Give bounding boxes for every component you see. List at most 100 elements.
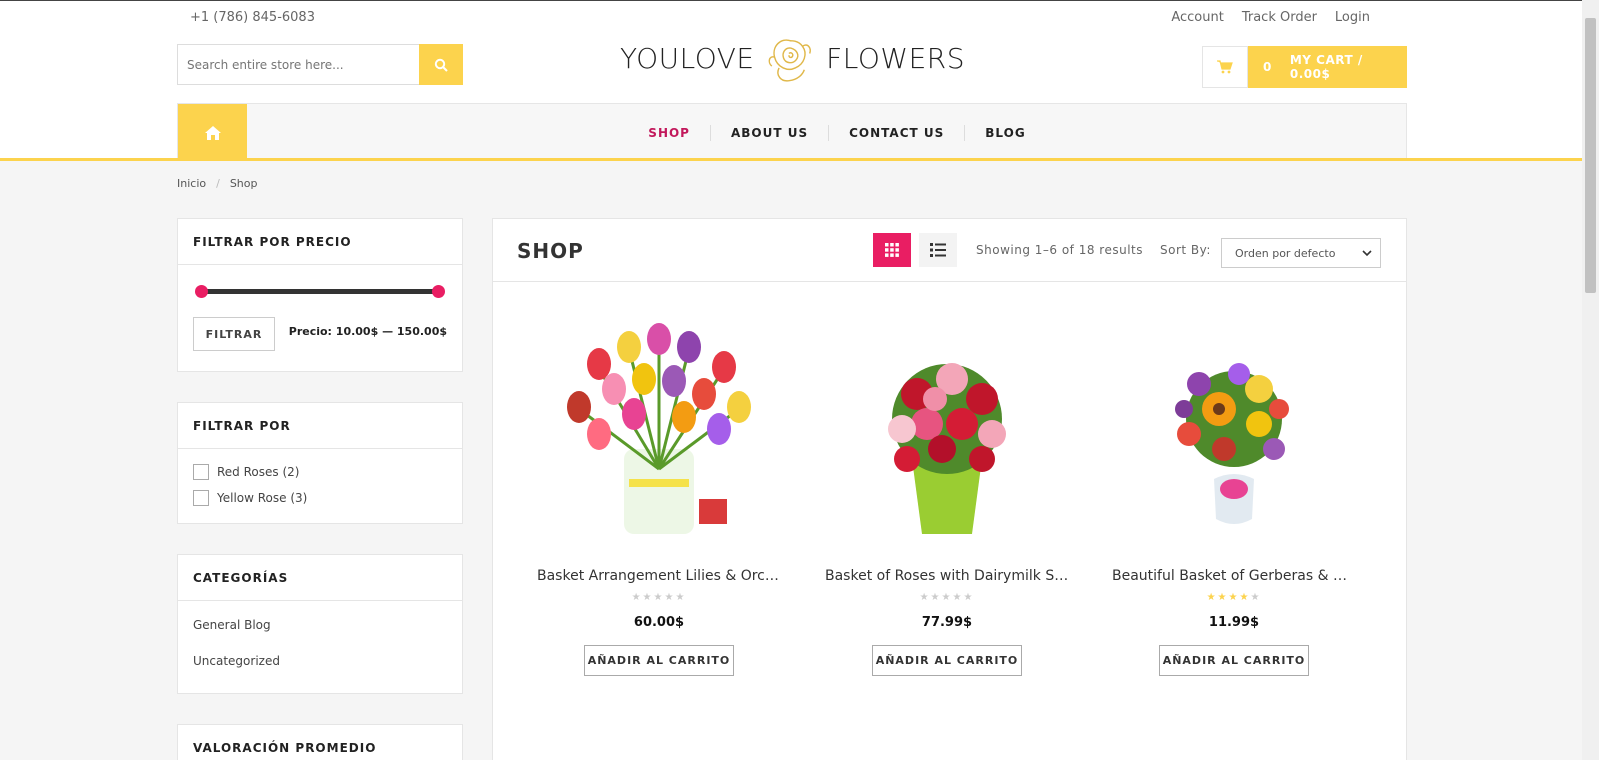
product-image-tulips[interactable]	[539, 309, 779, 549]
filter-option-label: Red Roses (2)	[217, 465, 300, 479]
product-image-gerberas[interactable]	[1114, 309, 1354, 549]
cart-label: MY CART / 0.00$	[1289, 53, 1363, 81]
search-button[interactable]	[419, 44, 463, 85]
product-card[interactable]: Beautiful Basket of Gerberas & Ro... ★★★…	[1104, 309, 1364, 676]
page-title: SHOP	[517, 239, 584, 263]
star-icon: ★	[1217, 592, 1229, 603]
nav-item-shop[interactable]: SHOP	[628, 125, 710, 141]
product-name[interactable]: Basket of Roses with Dairymilk Silk	[817, 568, 1077, 584]
add-to-cart-button[interactable]: AÑADIR AL CARRITO	[872, 645, 1022, 676]
scrollbar-thumb[interactable]	[1585, 18, 1596, 293]
product-card[interactable]: Basket Arrangement Lilies & Orch... ★★★★…	[529, 309, 789, 676]
star-icon: ★	[675, 592, 687, 603]
grid-view-button[interactable]	[873, 233, 911, 267]
star-icon: ★	[941, 592, 953, 603]
cart-count: 0	[1263, 60, 1272, 74]
add-to-cart-button[interactable]: AÑADIR AL CARRITO	[584, 645, 734, 676]
rating-title: VALORACIÓN PROMEDIO	[178, 725, 462, 760]
login-link[interactable]: Login	[1335, 10, 1370, 25]
breadcrumb-home[interactable]: Inicio	[177, 177, 206, 190]
filter-by-widget: FILTRAR POR Red Roses (2) Yellow Rose (3…	[177, 402, 463, 524]
site-header: +1 (786) 845-6083 Account Track Order Lo…	[0, 0, 1582, 161]
logo-text-right: FLOWERS	[826, 41, 965, 75]
product-rating: ★★★★★	[529, 592, 789, 603]
shop-main: SHOP Showing 1–6 of 18 results Sort By: …	[492, 218, 1407, 760]
category-uncategorized[interactable]: Uncategorized	[178, 643, 462, 679]
price-max-handle[interactable]	[432, 285, 445, 298]
star-icon: ★	[642, 592, 654, 603]
product-rating: ★★★★★	[817, 592, 1077, 603]
product-name[interactable]: Basket Arrangement Lilies & Orch...	[529, 568, 789, 584]
product-price: 11.99$	[1208, 615, 1260, 630]
cart-icon	[1217, 60, 1233, 74]
checkbox[interactable]	[193, 464, 209, 480]
price-range-slider[interactable]	[195, 285, 445, 298]
star-icon: ★	[919, 592, 931, 603]
category-general-blog[interactable]: General Blog	[178, 607, 462, 643]
breadcrumb-separator: /	[216, 177, 220, 190]
star-icon: ★	[930, 592, 942, 603]
star-icon: ★	[631, 592, 643, 603]
star-icon: ★	[664, 592, 676, 603]
checkbox[interactable]	[193, 490, 209, 506]
home-icon	[204, 125, 221, 140]
breadcrumb: Inicio / Shop	[177, 177, 258, 190]
filter-option-yellow-rose[interactable]: Yellow Rose (3)	[178, 485, 462, 511]
main-nav: SHOP ABOUT US CONTACT US BLOG	[177, 103, 1407, 161]
product-name[interactable]: Beautiful Basket of Gerberas & Ro...	[1104, 568, 1364, 584]
shop-toolbar: SHOP Showing 1–6 of 18 results Sort By: …	[493, 219, 1406, 282]
star-icon: ★	[952, 592, 964, 603]
star-icon: ★	[963, 592, 975, 603]
product-image-roses[interactable]	[827, 309, 1067, 549]
product-grid: Basket Arrangement Lilies & Orch... ★★★★…	[493, 309, 1408, 709]
product-price: 60.00$	[633, 615, 685, 630]
filter-button[interactable]: FILTRAR	[193, 317, 275, 351]
account-link[interactable]: Account	[1171, 10, 1224, 25]
site-logo[interactable]: YOULOVE FLOWERS	[620, 25, 965, 91]
star-icon: ★	[1239, 592, 1251, 603]
nav-menu: SHOP ABOUT US CONTACT US BLOG	[178, 104, 1406, 161]
search-bar	[177, 44, 463, 85]
nav-item-contact-us[interactable]: CONTACT US	[828, 124, 964, 141]
cart-icon-box[interactable]	[1202, 46, 1248, 88]
sort-select[interactable]: Orden por defecto	[1221, 238, 1381, 268]
price-filter-widget: FILTRAR POR PRECIO FILTRAR Precio: 10.00…	[177, 218, 463, 372]
product-price: 77.99$	[921, 615, 973, 630]
filter-option-label: Yellow Rose (3)	[217, 491, 308, 505]
results-count: Showing 1–6 of 18 results	[976, 243, 1143, 257]
product-rating: ★★★★★	[1104, 592, 1364, 603]
rating-widget: VALORACIÓN PROMEDIO	[177, 724, 463, 760]
cart-widget[interactable]: 0 MY CART / 0.00$	[1202, 46, 1407, 88]
list-icon	[930, 243, 946, 257]
nav-item-blog[interactable]: BLOG	[964, 124, 1045, 141]
star-icon: ★	[1250, 592, 1262, 603]
rose-logo-icon	[768, 39, 811, 82]
logo-text-left: YOULOVE	[620, 41, 755, 75]
filter-by-title: FILTRAR POR	[178, 403, 462, 449]
list-view-button[interactable]	[919, 233, 957, 267]
nav-item-about-us[interactable]: ABOUT US	[709, 124, 828, 141]
phone-number: +1 (786) 845-6083	[190, 10, 315, 25]
sort-label: Sort By:	[1160, 243, 1211, 257]
nav-underline	[0, 158, 1582, 161]
product-card[interactable]: Basket of Roses with Dairymilk Silk ★★★★…	[817, 309, 1077, 676]
search-input[interactable]	[177, 44, 419, 85]
search-icon	[434, 58, 448, 72]
chevron-down-icon	[1362, 250, 1372, 257]
filter-option-red-roses[interactable]: Red Roses (2)	[178, 459, 462, 485]
sort-select-value: Orden por defecto	[1235, 246, 1336, 260]
my-cart-button[interactable]: 0 MY CART / 0.00$	[1248, 46, 1407, 88]
add-to-cart-button[interactable]: AÑADIR AL CARRITO	[1159, 645, 1309, 676]
track-order-link[interactable]: Track Order	[1242, 10, 1317, 25]
price-filter-title: FILTRAR POR PRECIO	[178, 219, 462, 265]
price-min-handle[interactable]	[195, 285, 208, 298]
breadcrumb-current: Shop	[229, 177, 258, 190]
star-icon: ★	[1206, 592, 1218, 603]
categories-widget: CATEGORÍAS General Blog Uncategorized	[177, 554, 463, 694]
home-button[interactable]	[178, 104, 247, 161]
price-range-text: Precio: 10.00$ — 150.00$	[288, 325, 447, 338]
page-scrollbar[interactable]	[1582, 0, 1599, 760]
star-icon: ★	[1228, 592, 1240, 603]
top-links: Account Track Order Login	[1171, 10, 1370, 25]
star-icon: ★	[653, 592, 665, 603]
